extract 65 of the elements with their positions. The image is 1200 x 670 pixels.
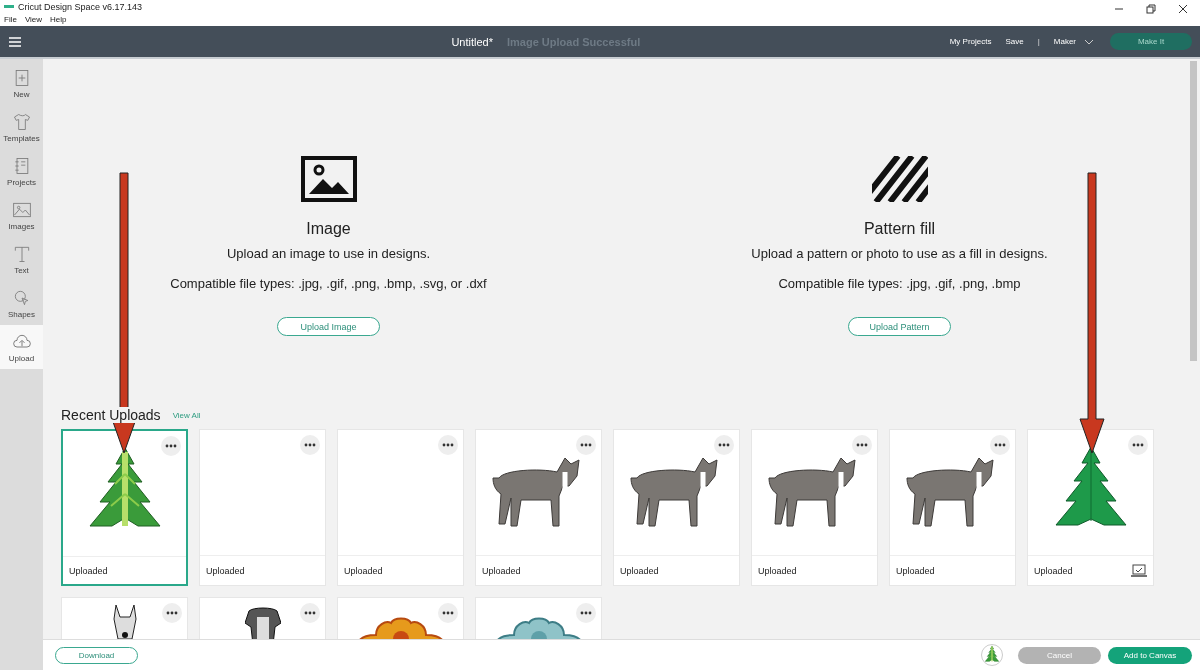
download-button[interactable]: Download [55,646,138,664]
sidebar-item[interactable]: New [0,61,43,105]
image-icon [300,156,357,202]
header-link[interactable]: My Projects [949,37,992,46]
more-options-icon[interactable] [438,435,458,455]
upload-card[interactable]: Uploaded [751,429,878,586]
close-icon[interactable] [1178,3,1188,14]
sidebar-item[interactable]: Projects [0,149,43,193]
upload-button[interactable]: Upload Image [277,317,380,336]
card-label: Uploaded [758,565,797,576]
app-logo-icon [4,4,14,9]
section-title: Recent Uploads [61,407,161,423]
file-types-text: Compatible file types: .jpg, .gif, .png, .bmp [778,276,1021,291]
upload-card[interactable]: Uploaded [337,429,464,586]
option-title: Image [306,220,351,238]
sidebar-item[interactable]: Text [0,237,43,281]
upload-card[interactable]: Uploaded [199,429,326,586]
option-description: Upload a pattern or photo to use as a fill in designs. [751,246,1048,261]
checked-screen-icon[interactable] [1131,563,1147,578]
more-options-icon[interactable] [162,603,182,623]
more-options-icon[interactable] [300,435,320,455]
diagonal-stripes-icon [871,156,928,202]
more-options-icon[interactable] [714,435,734,455]
more-options-icon[interactable] [576,435,596,455]
more-options-icon[interactable] [438,603,458,623]
sidebar-item[interactable]: Images [0,193,43,237]
more-options-icon[interactable] [990,435,1010,455]
window-title: Cricut Design Space v6.17.143 [18,1,143,12]
upload-card[interactable]: Uploaded [889,429,1016,586]
t-shirt-icon [11,111,32,132]
project-title: Untitled* [451,35,493,48]
menu-icon[interactable] [8,35,22,48]
more-options-icon[interactable] [161,436,181,456]
more-options-icon[interactable] [300,603,320,623]
upload-card[interactable]: Uploaded [475,429,602,586]
header-link[interactable]: Save [1005,37,1024,46]
more-options-icon[interactable] [1128,435,1148,455]
card-label: Uploaded [620,565,659,576]
card-label: Uploaded [482,565,521,576]
card-label: Uploaded [69,565,108,576]
more-options-icon[interactable] [576,603,596,623]
more-options-icon[interactable] [852,435,872,455]
sidebar-item[interactable]: Templates [0,105,43,149]
chevron-down-icon [1084,38,1094,45]
upload-card[interactable]: Uploaded [61,429,188,586]
card-label: Uploaded [206,565,245,576]
file-types-text: Compatible file types: .jpg, .gif, .png, .bmp, .svg, or .dxf [170,276,487,291]
card-label: Uploaded [1034,565,1073,576]
card-label: Uploaded [344,565,383,576]
sidebar-item[interactable]: Upload [0,325,43,369]
scrollbar-thumb[interactable] [1190,61,1197,361]
upload-card[interactable]: Uploaded [1027,429,1154,586]
machine-selector[interactable]: Maker [1053,37,1094,46]
option-title: Pattern fill [863,220,936,238]
menu-item[interactable]: File [4,15,17,24]
sidebar-item[interactable]: Shapes [0,281,43,325]
restore-icon[interactable] [1146,3,1156,14]
menu-item[interactable]: View [24,15,43,24]
make-it-button[interactable]: Make It [1110,33,1192,50]
upload-button[interactable]: Upload Pattern [848,317,951,336]
menu-item[interactable]: Help [50,15,67,24]
option-description: Upload an image to use in designs. [226,246,431,261]
separator: | [1037,37,1040,46]
upload-card[interactable]: Uploaded [613,429,740,586]
card-label: Uploaded [896,565,935,576]
